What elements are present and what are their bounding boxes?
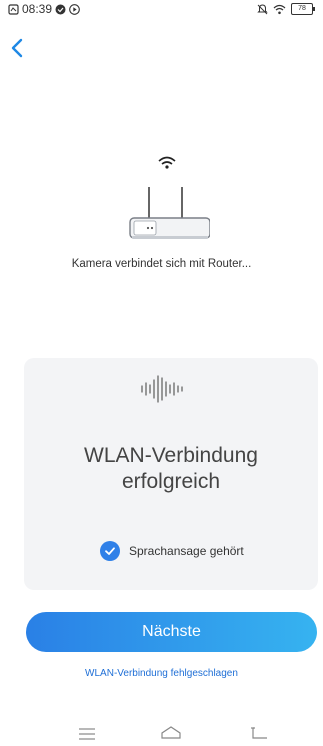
checkbox-label: Sprachansage gehört [129, 544, 244, 558]
checkbox-checked-icon[interactable] [100, 541, 120, 561]
status-left: 08:39 [8, 2, 80, 16]
home-icon[interactable] [160, 726, 182, 740]
menu-icon[interactable] [78, 728, 96, 740]
voice-prompt-checkbox-row[interactable]: Sprachansage gehört [100, 541, 244, 561]
router-illustration [120, 152, 211, 244]
status-bar: 08:39 78 [0, 0, 323, 22]
status-right: 78 [257, 3, 315, 15]
check-badge-icon [55, 4, 66, 14]
next-button[interactable]: Nächste [26, 612, 317, 652]
router-icon [129, 156, 211, 239]
wifi-icon [273, 4, 286, 14]
checkmark-icon [105, 547, 115, 555]
chevron-left-icon [11, 38, 23, 58]
notification-icon [8, 3, 19, 15]
back-button[interactable] [6, 34, 30, 62]
sound-wave-icon [141, 375, 183, 403]
connecting-status-text: Kamera verbindet sich mit Router... [71, 258, 252, 270]
title-line-1: WLAN-Verbindung [84, 444, 258, 467]
system-navigation-bar [0, 720, 323, 746]
back-nav-icon[interactable] [250, 726, 270, 740]
connection-result-title: WLAN-Verbindung erfolgreich [24, 443, 318, 495]
mute-icon [257, 3, 268, 14]
battery-indicator: 78 [291, 3, 315, 15]
play-icon [69, 3, 80, 15]
connection-failed-link[interactable]: WLAN-Verbindung fehlgeschlagen [0, 668, 323, 679]
title-line-2: erfolgreich [121, 470, 221, 493]
status-time: 08:39 [22, 2, 53, 16]
